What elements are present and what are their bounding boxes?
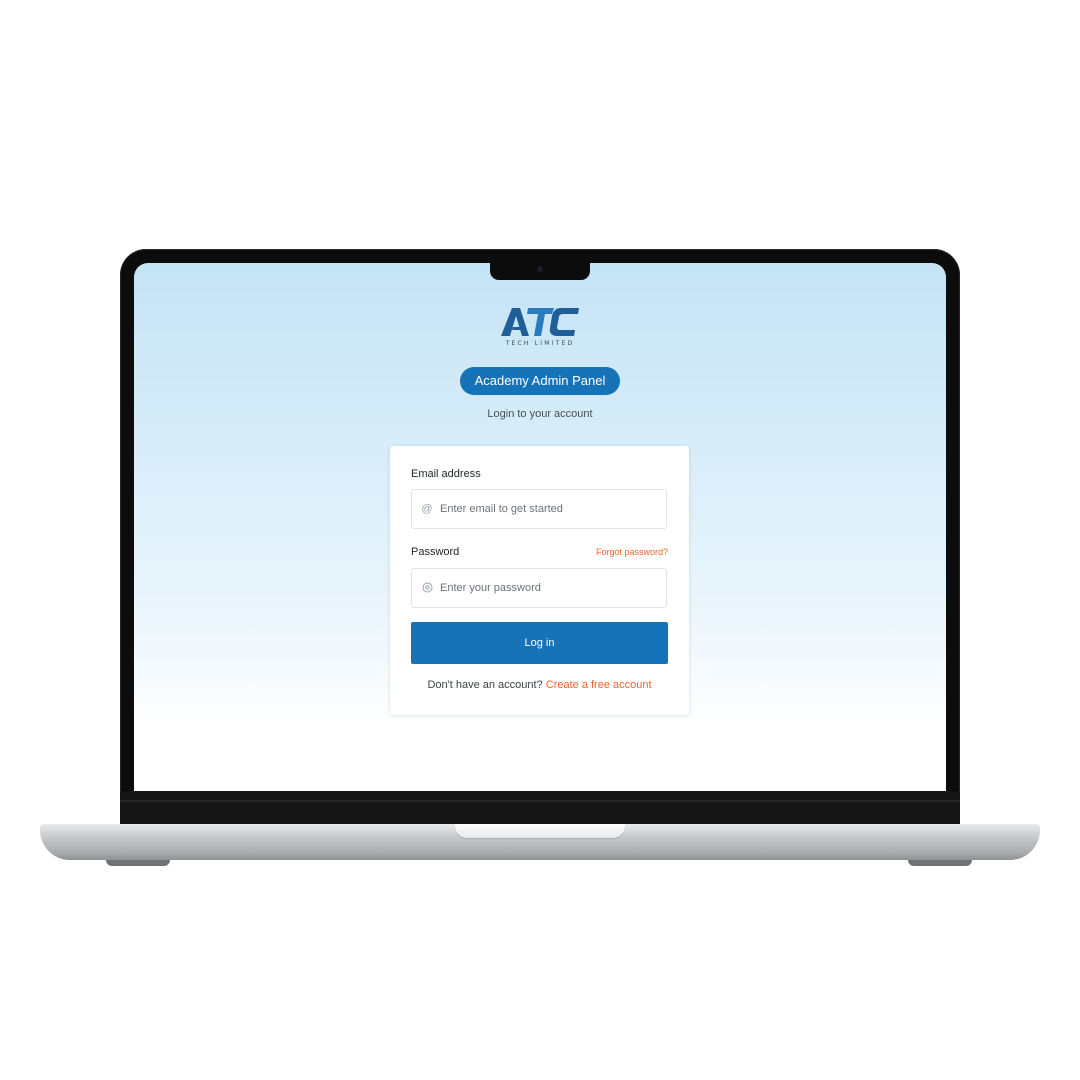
password-field[interactable] [411,568,667,608]
email-input[interactable] [438,490,662,528]
forgot-password-link[interactable]: Forgot password? [596,547,668,557]
laptop-foot-left [106,860,170,866]
login-card: Email address @ Password Forgot password… [390,446,689,715]
laptop-mockup: TECH LIMITED Academy Admin Panel Login t… [0,0,1080,1080]
signup-prompt: Don't have an account? [427,679,543,691]
lock-icon [421,582,433,594]
at-icon: @ [421,503,433,515]
base-thumb-notch [455,824,625,838]
lid-hinge [120,791,960,825]
lid-hinge-line [120,800,960,802]
password-input[interactable] [438,569,662,607]
logo-subtext: TECH LIMITED [505,340,575,347]
camera-icon [537,266,543,272]
lock-glyph [422,582,432,593]
login-button[interactable]: Log in [411,622,668,664]
password-label: Password [411,546,460,558]
atc-logo: TECH LIMITED [490,305,590,351]
email-label: Email address [411,468,481,480]
laptop-foot-right [908,860,972,866]
panel-title-badge: Academy Admin Panel [460,367,620,395]
email-field[interactable]: @ [411,489,667,529]
logo-mark [501,308,579,336]
signup-line: Don't have an account? Create a free acc… [390,679,689,691]
page-subtitle: Login to your account [487,408,593,420]
create-account-link[interactable]: Create a free account [546,679,652,691]
